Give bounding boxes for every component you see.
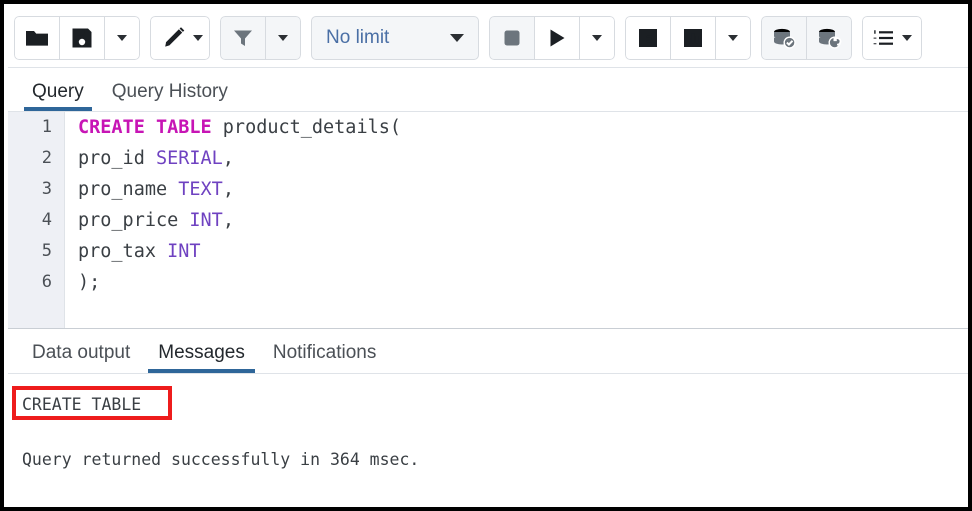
- filter-dropdown[interactable]: [265, 16, 301, 60]
- database-rollback-icon: [816, 27, 842, 49]
- macros-group: [862, 16, 922, 60]
- tab-query-history[interactable]: Query History: [98, 81, 242, 111]
- sql-punctuation: );: [78, 272, 100, 293]
- chevron-down-icon: [193, 35, 203, 41]
- save-file-button[interactable]: [59, 16, 105, 60]
- sql-punctuation: ,: [223, 210, 234, 231]
- explain-e-icon: [637, 27, 659, 49]
- save-file-dropdown[interactable]: [104, 16, 140, 60]
- message-result: CREATE TABLE: [22, 395, 141, 414]
- message-status: Query returned successfully in 364 msec.: [22, 450, 419, 469]
- sql-punctuation: ,: [223, 148, 234, 169]
- bar-chart-icon: [682, 27, 704, 49]
- output-tab-bar: Data output Messages Notifications: [8, 328, 972, 374]
- open-file-button[interactable]: [14, 16, 60, 60]
- line-number: 4: [8, 205, 64, 236]
- sql-datatype: INT: [189, 210, 222, 231]
- funnel-icon: [232, 27, 254, 49]
- code-line: pro_name TEXT,: [66, 174, 972, 205]
- sql-code-area[interactable]: CREATE TABLE product_details( pro_id SER…: [66, 112, 972, 328]
- execute-query-button[interactable]: [534, 16, 580, 60]
- sql-identifier: pro_id: [78, 148, 156, 169]
- code-line: pro_price INT,: [66, 205, 972, 236]
- edit-button[interactable]: [150, 16, 210, 60]
- messages-panel: CREATE TABLE Query returned successfully…: [8, 374, 972, 511]
- explain-analyze-button[interactable]: [670, 16, 716, 60]
- sql-datatype: SERIAL: [156, 148, 223, 169]
- explain-group: [625, 16, 751, 60]
- explain-dropdown[interactable]: [715, 16, 751, 60]
- line-number-gutter: 1 2 3 4 5 6: [8, 112, 65, 328]
- execution-group: [489, 16, 615, 60]
- numbered-list-chevron-icon: [872, 27, 896, 49]
- folder-icon: [25, 28, 49, 48]
- chevron-down-icon: [592, 35, 602, 41]
- commit-button[interactable]: [761, 16, 807, 60]
- screenshot-frame: No limit: [0, 0, 972, 511]
- explain-button[interactable]: [625, 16, 671, 60]
- chevron-down-icon: [278, 35, 288, 41]
- edit-group: [150, 16, 210, 60]
- sql-identifier: pro_name: [78, 179, 178, 200]
- tab-messages-label: Messages: [158, 342, 245, 363]
- tab-query[interactable]: Query: [18, 81, 98, 111]
- tab-notifications-label: Notifications: [273, 342, 377, 363]
- line-number: 6: [8, 267, 64, 298]
- pgadmin-query-tool: No limit: [8, 8, 972, 511]
- sql-editor[interactable]: 1 2 3 4 5 6 CREATE TABLE product_details…: [8, 112, 972, 328]
- tab-data-output[interactable]: Data output: [18, 342, 144, 373]
- macros-button[interactable]: [862, 16, 922, 60]
- transaction-group: [761, 16, 852, 60]
- save-floppy-icon: [71, 27, 93, 49]
- query-tool-toolbar: No limit: [8, 8, 972, 68]
- filter-button[interactable]: [220, 16, 266, 60]
- pencil-icon: [162, 26, 186, 50]
- sql-identifier: pro_price: [78, 210, 189, 231]
- tab-messages[interactable]: Messages: [144, 342, 259, 373]
- tab-query-label: Query: [32, 81, 84, 102]
- tab-data-output-label: Data output: [32, 342, 130, 363]
- row-limit-value: No limit: [326, 27, 389, 49]
- line-number: 3: [8, 174, 64, 205]
- rollback-button[interactable]: [806, 16, 852, 60]
- chevron-down-icon: [728, 35, 738, 41]
- chevron-down-icon: [450, 34, 464, 42]
- code-line: pro_tax INT: [66, 236, 972, 267]
- tab-query-history-label: Query History: [112, 81, 228, 102]
- line-number: 1: [8, 112, 64, 143]
- filter-group: [220, 16, 301, 60]
- play-triangle-icon: [546, 27, 568, 49]
- line-number: 2: [8, 143, 64, 174]
- chevron-down-icon: [902, 35, 912, 41]
- code-line: pro_id SERIAL,: [66, 143, 972, 174]
- sql-identifier: product_details(: [212, 117, 401, 138]
- sql-datatype: TEXT: [178, 179, 223, 200]
- code-line: );: [66, 267, 972, 298]
- tab-notifications[interactable]: Notifications: [259, 342, 391, 373]
- database-check-icon: [771, 27, 797, 49]
- file-group: [14, 16, 140, 60]
- execute-dropdown[interactable]: [579, 16, 615, 60]
- query-tab-bar: Query Query History: [8, 68, 972, 112]
- sql-keyword: CREATE TABLE: [78, 117, 212, 138]
- sql-datatype: INT: [167, 241, 200, 262]
- sql-punctuation: ,: [223, 179, 234, 200]
- row-limit-select[interactable]: No limit: [311, 16, 479, 60]
- chevron-down-icon: [117, 35, 127, 41]
- line-number: 5: [8, 236, 64, 267]
- stop-square-icon: [502, 28, 522, 48]
- sql-identifier: pro_tax: [78, 241, 167, 262]
- code-line: CREATE TABLE product_details(: [66, 112, 972, 143]
- stop-query-button[interactable]: [489, 16, 535, 60]
